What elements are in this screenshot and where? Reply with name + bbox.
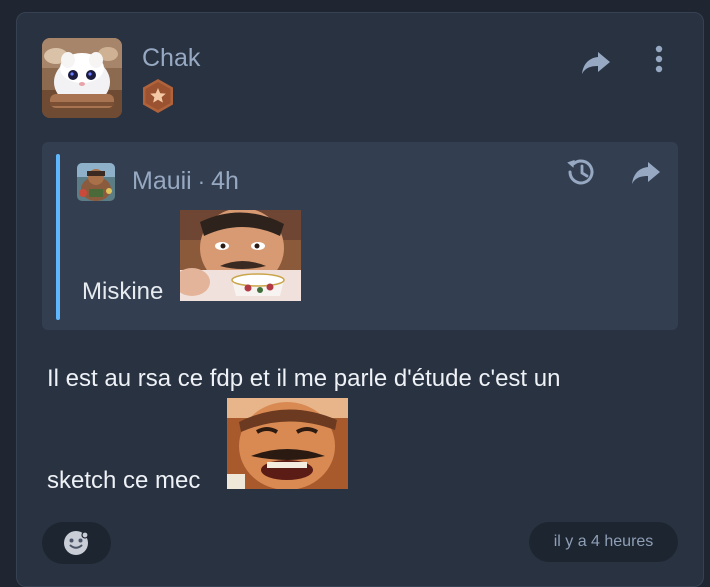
author-avatar[interactable]: [42, 38, 122, 118]
emoji-reaction-icon: [64, 531, 89, 555]
laughing-man-sticker[interactable]: [227, 398, 348, 489]
post-body-line1: Il est au rsa ce fdp et il me parle d'ét…: [47, 365, 561, 392]
quote-header: Mauii · 4h: [132, 166, 239, 197]
quote-author-avatar[interactable]: [77, 163, 115, 201]
more-vertical-icon[interactable]: [646, 44, 672, 78]
man-drinking-tea-sticker[interactable]: [180, 210, 301, 301]
quote-accent-bar: [56, 154, 60, 320]
author-name[interactable]: Chak: [142, 43, 200, 73]
share-icon[interactable]: [580, 46, 612, 78]
history-icon[interactable]: [564, 155, 598, 189]
post-body-line2: sketch ce mec: [47, 467, 201, 494]
quoted-message[interactable]: Mauii · 4h Miskine: [42, 142, 678, 330]
quote-separator: ·: [197, 169, 206, 194]
quote-time: 4h: [211, 167, 239, 195]
quote-text: Miskine: [82, 278, 164, 305]
add-reaction-button[interactable]: [42, 522, 111, 564]
post-timestamp: il y a 4 heures: [529, 522, 678, 562]
quote-author-name[interactable]: Mauii: [132, 167, 192, 195]
quote-share-icon[interactable]: [630, 158, 662, 188]
star-badge-icon: [140, 78, 176, 114]
